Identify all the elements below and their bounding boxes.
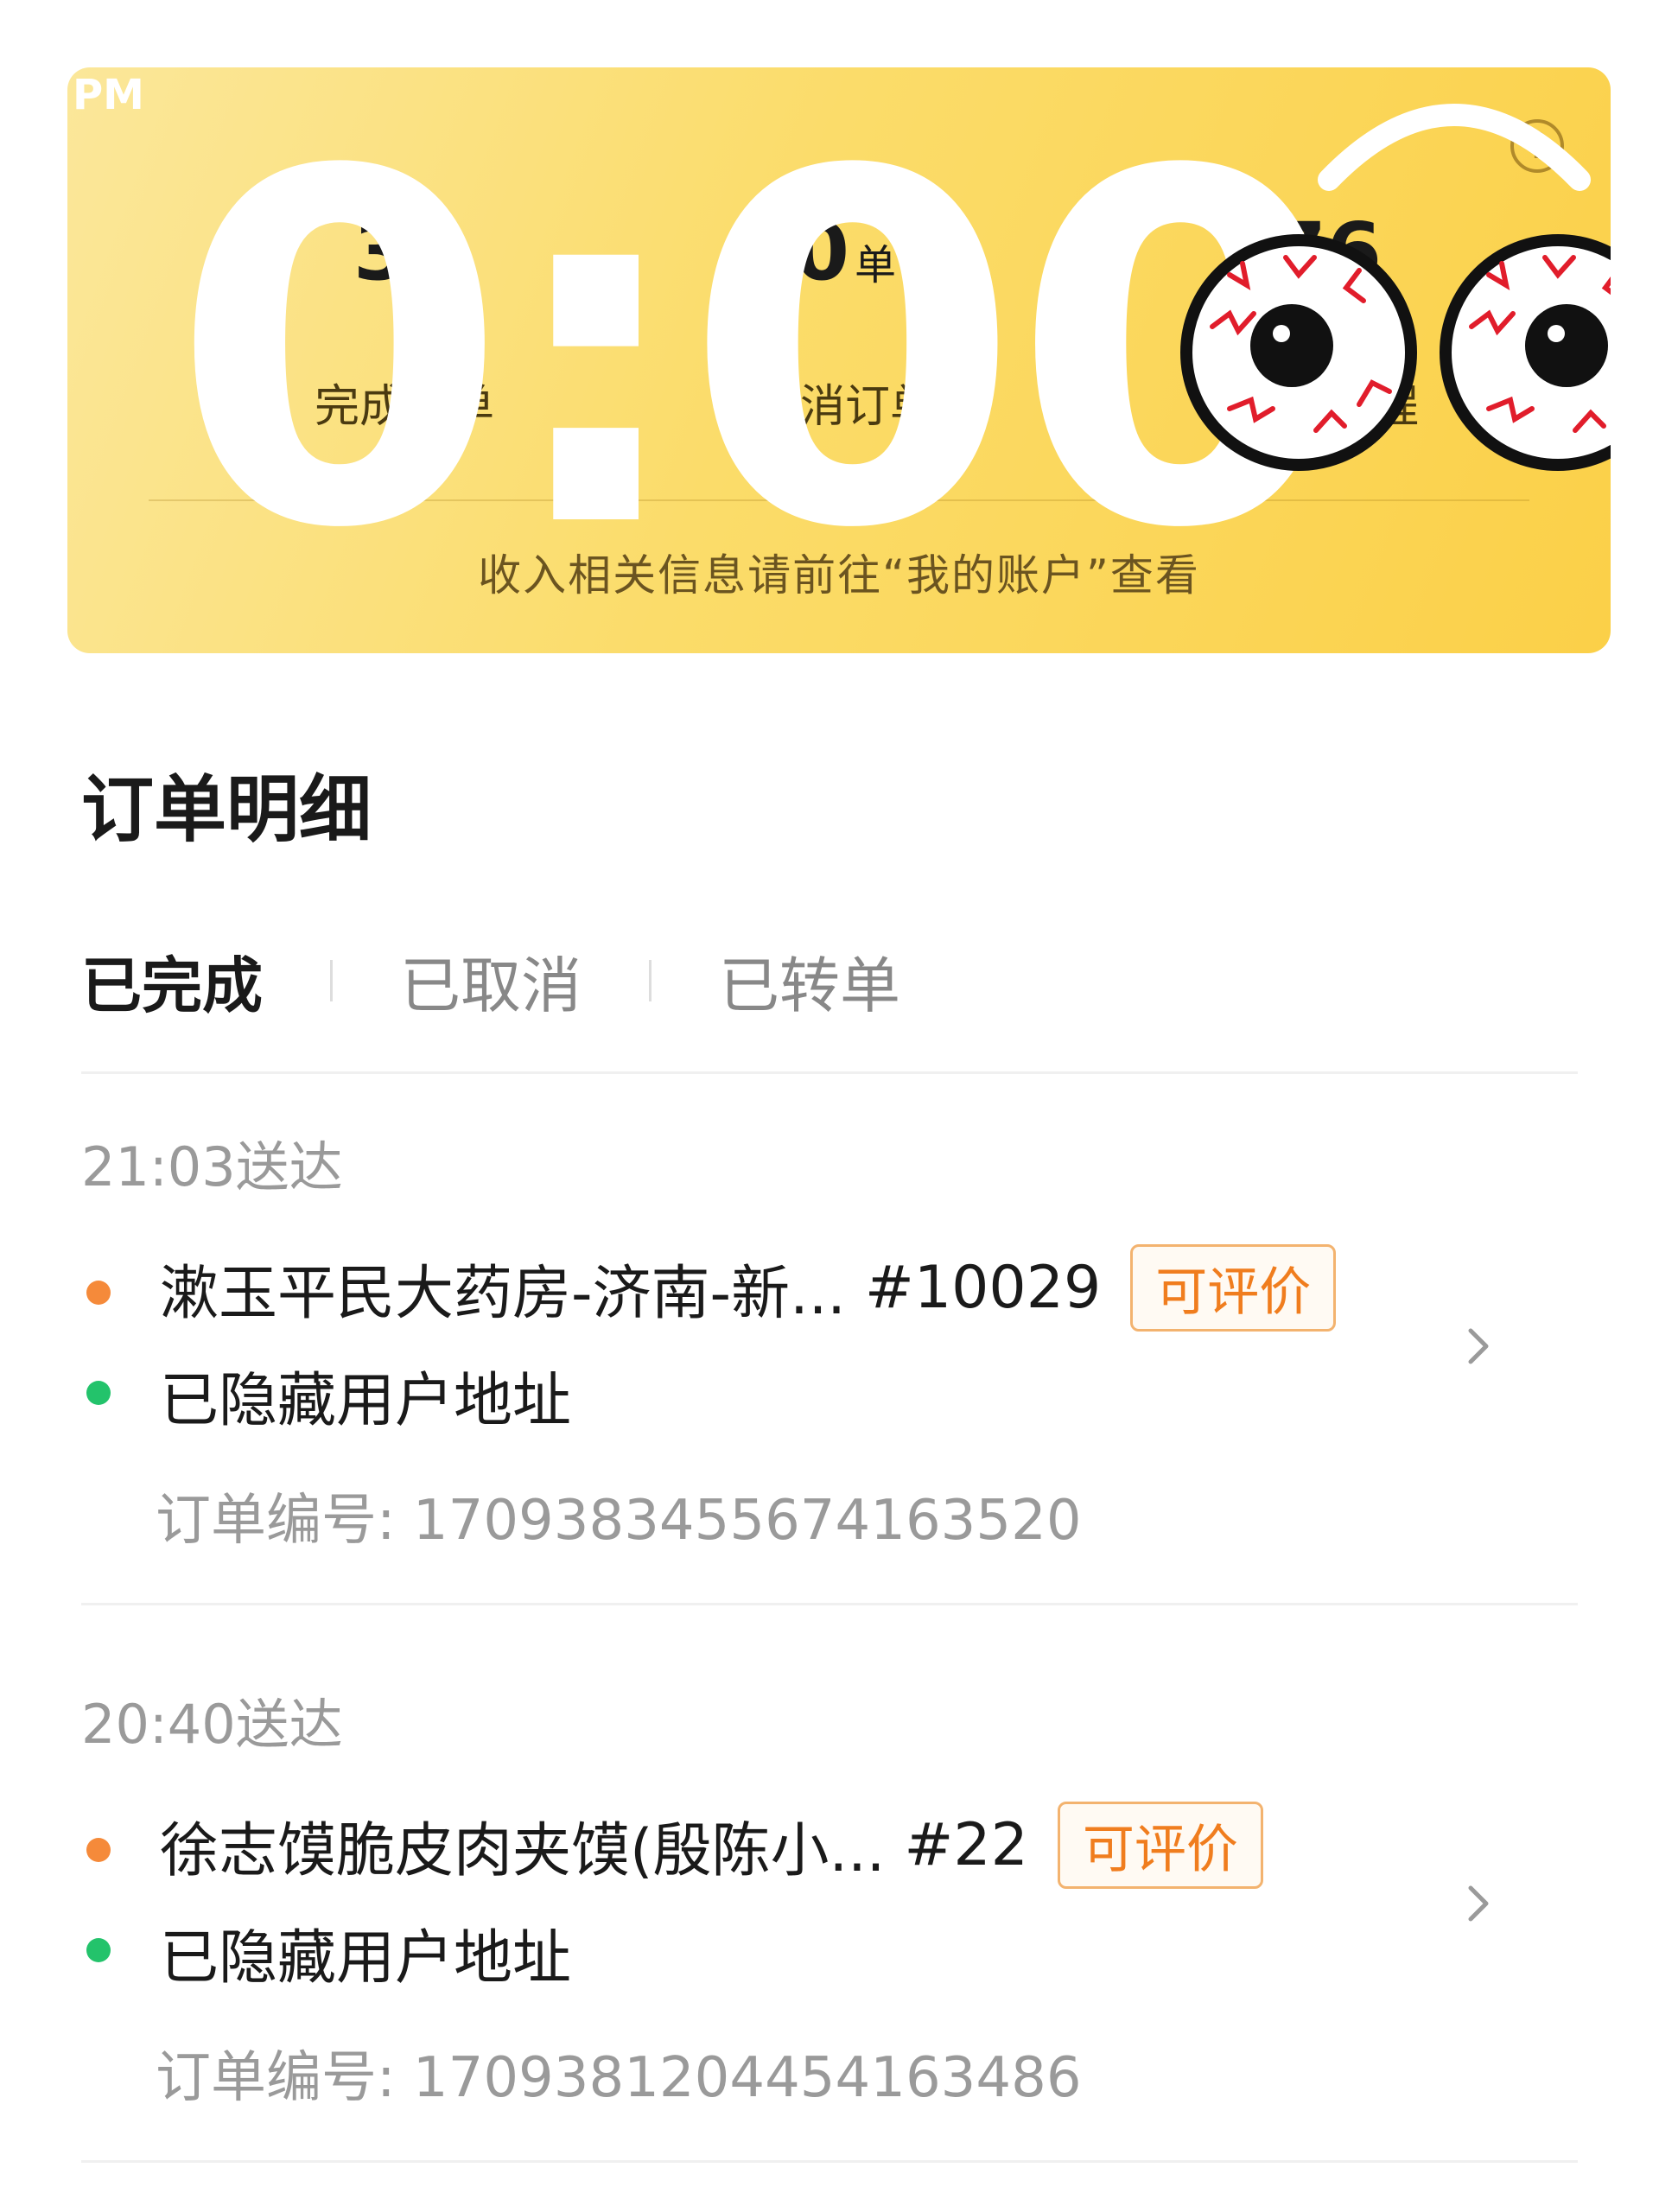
address: 已隐藏用户地址 [160, 1367, 572, 1435]
shop-number: #10029 [864, 1254, 1102, 1322]
bloodshot-eyes-sticker [1180, 104, 1611, 471]
tab-separator [330, 960, 333, 1001]
chevron-right-icon[interactable] [1452, 1320, 1503, 1372]
right-eye-icon [1440, 234, 1611, 471]
order-id: 订单编号: 1709381204454163486 [156, 2046, 1082, 2110]
section-title: 订单明细 [81, 767, 372, 852]
delivered-time: 21:03送达 [81, 1135, 343, 1198]
shop-line: 漱玉平民大药房-济南-新... #10029 可评价 [160, 1244, 1337, 1332]
order-status-tabs: 已完成 已取消 已转单 [81, 942, 900, 1021]
chevron-right-icon[interactable] [1452, 1878, 1503, 1929]
rate-badge[interactable]: 可评价 [1130, 1244, 1337, 1332]
shop-name: 徐志馍脆皮肉夹馍(殷陈小... [160, 1817, 886, 1885]
rate-badge[interactable]: 可评价 [1057, 1802, 1263, 1889]
tab-separator [649, 960, 652, 1001]
tabs-divider [81, 1071, 1578, 1074]
left-eye-icon [1180, 234, 1417, 471]
delivered-time: 20:40送达 [81, 1693, 343, 1756]
dropoff-dot-icon [86, 1938, 111, 1962]
order-divider [81, 1603, 1578, 1605]
order-id: 订单编号: 1709383455674163520 [156, 1489, 1082, 1553]
pickup-dot-icon [86, 1838, 111, 1862]
pm-overlay-sticker: PM [73, 71, 144, 119]
summary-card: 3单 完成订单 0单 取消订单 76 配送里程 ? 收入相关信息请前往“我的账户… [67, 67, 1611, 653]
address: 已隐藏用户地址 [160, 1924, 572, 1993]
tab-completed[interactable]: 已完成 [81, 938, 263, 1025]
dropoff-dot-icon [86, 1381, 111, 1405]
shop-line: 徐志馍脆皮肉夹馍(殷陈小... #22 可评价 [160, 1802, 1263, 1889]
order-divider [81, 2160, 1578, 2163]
tab-transferred[interactable]: 已转单 [719, 938, 900, 1025]
shop-number: #22 [904, 1811, 1028, 1879]
shop-name: 漱玉平民大药房-济南-新... [160, 1260, 846, 1328]
pickup-dot-icon [86, 1281, 111, 1305]
tab-cancelled[interactable]: 已取消 [400, 938, 582, 1025]
